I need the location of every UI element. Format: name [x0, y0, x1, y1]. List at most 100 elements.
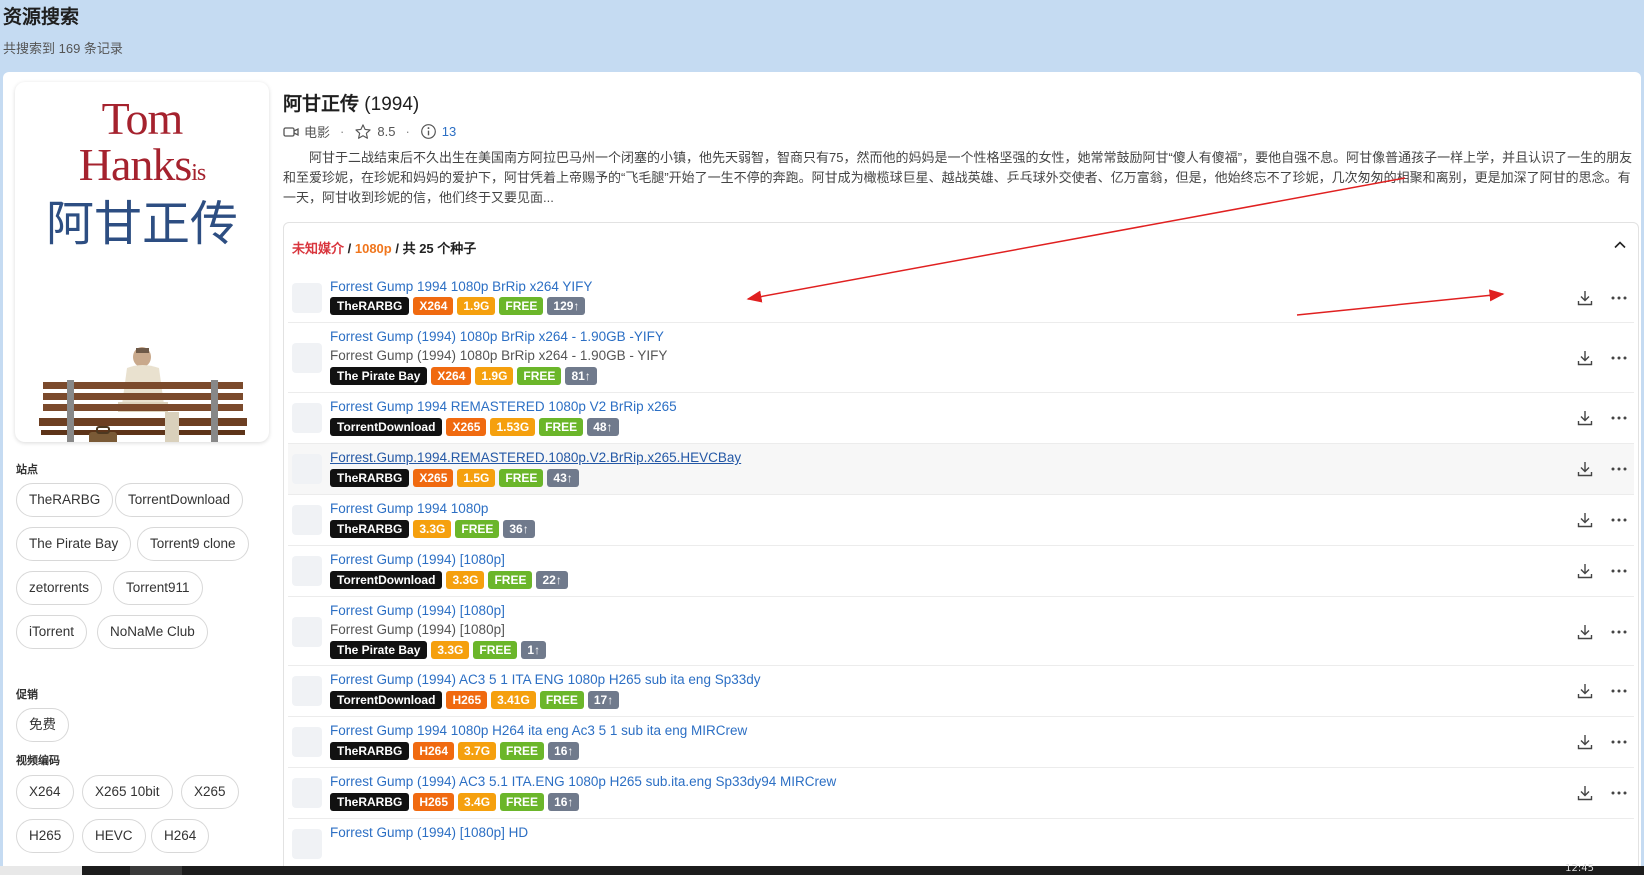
- torrent-title[interactable]: Forrest Gump (1994) AC3 5 1 ITA ENG 1080…: [330, 672, 761, 687]
- more-options-icon[interactable]: [1610, 349, 1628, 367]
- tag-codec: X264: [413, 297, 454, 315]
- torrent-row[interactable]: Forrest Gump 1994 REMASTERED 1080p V2 Br…: [288, 393, 1634, 444]
- filter-codec-hevc[interactable]: HEVC: [82, 819, 146, 853]
- torrent-title[interactable]: Forrest Gump 1994 1080p: [330, 501, 488, 516]
- filter-codec-x265-10bit[interactable]: X265 10bit: [82, 775, 173, 809]
- torrent-title[interactable]: Forrest Gump (1994) [1080p] HD: [330, 825, 528, 840]
- tag-promo: FREE: [455, 520, 500, 538]
- download-icon[interactable]: [1576, 349, 1594, 367]
- filter-promo-label: 促销: [16, 689, 38, 701]
- download-icon[interactable]: [1576, 409, 1594, 427]
- tag-promo: FREE: [517, 367, 562, 385]
- star-icon: [355, 123, 371, 139]
- tag-codec: X265: [446, 418, 487, 436]
- torrent-title[interactable]: Forrest Gump (1994) 1080p BrRip x264 - 1…: [330, 329, 664, 344]
- more-options-icon[interactable]: [1610, 682, 1628, 700]
- torrent-title[interactable]: Forrest Gump (1994) AC3 5.1 ITA.ENG 1080…: [330, 774, 836, 789]
- tag-site: TheRARBG: [330, 469, 410, 487]
- torrent-thumb: [292, 829, 322, 859]
- main-card: Tom Hanksis 阿甘正传 站点 TheRARBG TorrentDown…: [3, 72, 1641, 872]
- filter-site-torrent911[interactable]: Torrent911: [113, 571, 203, 605]
- torrent-title[interactable]: Forrest Gump 1994 1080p BrRip x264 YIFY: [330, 279, 592, 294]
- torrent-tags: TheRARBG 3.3G FREE 36↑: [330, 520, 535, 538]
- torrent-title[interactable]: Forrest.Gump.1994.REMASTERED.1080p.V2.Br…: [330, 450, 741, 465]
- tag-seeds: 81↑: [565, 367, 597, 385]
- torrent-row[interactable]: Forrest Gump (1994) 1080p BrRip x264 - 1…: [288, 323, 1634, 393]
- download-icon[interactable]: [1576, 623, 1594, 641]
- torrent-title[interactable]: Forrest Gump (1994) [1080p]: [330, 603, 505, 618]
- more-options-icon[interactable]: [1610, 289, 1628, 307]
- filter-codec-x264[interactable]: X264: [16, 775, 74, 809]
- tag-seeds: 48↑: [587, 418, 619, 436]
- torrent-title[interactable]: Forrest Gump 1994 1080p H264 ita eng Ac3…: [330, 723, 747, 738]
- download-icon[interactable]: [1576, 733, 1594, 751]
- movie-info-link[interactable]: 13: [442, 124, 456, 139]
- filter-promo-free[interactable]: 免费: [16, 708, 69, 742]
- tag-codec: X265: [413, 469, 454, 487]
- tag-promo: FREE: [499, 297, 544, 315]
- torrent-thumb: [292, 454, 322, 484]
- filter-codec-x265[interactable]: X265: [181, 775, 239, 809]
- torrent-subtitle: Forrest Gump (1994) [1080p]: [330, 622, 505, 637]
- page-header: 资源搜索 共搜索到 169 条记录: [3, 0, 123, 70]
- tag-size: 3.4G: [458, 793, 497, 811]
- torrent-row[interactable]: Forrest Gump 1994 1080p BrRip x264 YIFY …: [288, 273, 1634, 323]
- more-options-icon[interactable]: [1610, 733, 1628, 751]
- torrent-row[interactable]: Forrest Gump (1994) [1080p] HD: [288, 819, 1634, 870]
- tag-seeds: 17↑: [587, 691, 620, 709]
- filter-codec-h264[interactable]: H264: [151, 819, 210, 853]
- filter-site-noname-club[interactable]: NoNaMe Club: [97, 615, 208, 649]
- torrent-row[interactable]: Forrest Gump (1994) [1080p] TorrentDownl…: [288, 546, 1634, 597]
- tag-size: 3.3G: [413, 520, 452, 538]
- filter-site-the-pirate-bay[interactable]: The Pirate Bay: [16, 527, 132, 561]
- more-options-icon[interactable]: [1610, 784, 1628, 802]
- more-options-icon[interactable]: [1610, 409, 1628, 427]
- tag-site: TheRARBG: [330, 793, 410, 811]
- filter-site-therarbg[interactable]: TheRARBG: [16, 483, 114, 517]
- movie-poster[interactable]: Tom Hanksis 阿甘正传: [15, 82, 269, 442]
- torrent-row[interactable]: Forrest Gump (1994) [1080p] Forrest Gump…: [288, 597, 1634, 666]
- tag-site: The Pirate Bay: [330, 641, 428, 659]
- movie-title: 阿甘正传 (1994): [283, 94, 420, 115]
- torrent-title[interactable]: Forrest Gump 1994 REMASTERED 1080p V2 Br…: [330, 399, 677, 414]
- tag-seeds: 1↑: [521, 641, 547, 659]
- torrent-row[interactable]: Forrest.Gump.1994.REMASTERED.1080p.V2.Br…: [288, 444, 1634, 495]
- tag-promo: FREE: [539, 691, 584, 709]
- download-icon[interactable]: [1576, 562, 1594, 580]
- download-icon[interactable]: [1576, 784, 1594, 802]
- filter-codec-h265[interactable]: H265: [16, 819, 75, 853]
- download-icon[interactable]: [1576, 511, 1594, 529]
- filter-site-torrentdownload[interactable]: TorrentDownload: [115, 483, 244, 517]
- download-icon[interactable]: [1576, 460, 1594, 478]
- taskbar-start-area[interactable]: [0, 866, 82, 875]
- torrent-row[interactable]: Forrest Gump (1994) AC3 5.1 ITA.ENG 1080…: [288, 768, 1634, 819]
- taskbar-clock: 12:45: [1565, 863, 1594, 874]
- torrent-tags: TorrentDownload 3.3G FREE 22↑: [330, 571, 568, 589]
- more-options-icon[interactable]: [1610, 562, 1628, 580]
- torrent-row[interactable]: Forrest Gump (1994) AC3 5 1 ITA ENG 1080…: [288, 666, 1634, 717]
- tag-size: 3.41G: [491, 691, 536, 709]
- filter-site-zetorrents[interactable]: zetorrents: [16, 571, 103, 605]
- filter-site-torrent9-clone[interactable]: Torrent9 clone: [137, 527, 249, 561]
- tag-promo: FREE: [500, 793, 545, 811]
- filter-codec-label: 视频编码: [16, 755, 60, 767]
- torrent-row[interactable]: Forrest Gump 1994 1080p H264 ita eng Ac3…: [288, 717, 1634, 768]
- video-camera-icon: [283, 126, 299, 137]
- torrent-group-header[interactable]: 未知媒介 / 1080p / 共 25 个种子: [292, 238, 476, 257]
- tag-size: 1.53G: [490, 418, 536, 436]
- tag-seeds: 16↑: [548, 793, 580, 811]
- torrent-title[interactable]: Forrest Gump (1994) [1080p]: [330, 552, 505, 567]
- filter-site-itorrent[interactable]: iTorrent: [16, 615, 88, 649]
- download-icon[interactable]: [1576, 289, 1594, 307]
- info-icon: [420, 124, 436, 139]
- taskbar-app[interactable]: [130, 866, 182, 875]
- tag-seeds: 16↑: [548, 742, 580, 760]
- more-options-icon[interactable]: [1610, 511, 1628, 529]
- more-options-icon[interactable]: [1610, 460, 1628, 478]
- download-icon[interactable]: [1576, 682, 1594, 700]
- torrent-row[interactable]: Forrest Gump 1994 1080p TheRARBG 3.3G FR…: [288, 495, 1634, 546]
- chevron-up-icon[interactable]: [1612, 237, 1628, 253]
- tag-promo: FREE: [500, 742, 545, 760]
- tag-site: TorrentDownload: [330, 571, 443, 589]
- more-options-icon[interactable]: [1610, 623, 1628, 641]
